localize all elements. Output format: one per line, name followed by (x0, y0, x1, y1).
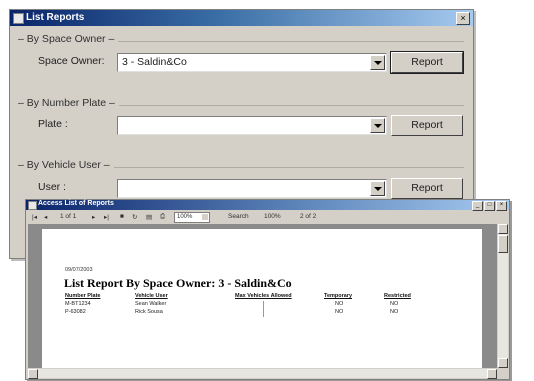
table-cell: NO (390, 309, 399, 315)
close-icon[interactable]: × (496, 201, 507, 211)
viewer-toolbar: |◂ ◂ 1 of 1 ▸ ▸| ■ ↻ ▤ ⎙ 100% Search 100… (28, 212, 507, 223)
chevron-down-icon[interactable] (370, 55, 385, 70)
prev-page-icon[interactable]: ◂ (44, 213, 47, 221)
report-canvas: 09/07/2003 List Report By Space Owner: 3… (28, 224, 497, 368)
close-icon[interactable]: × (456, 12, 470, 25)
stop-icon[interactable]: ■ (120, 213, 124, 220)
chevron-down-icon[interactable] (202, 214, 208, 220)
report-button-space-owner[interactable]: Report (390, 51, 464, 74)
space-owner-label: Space Owner: (38, 55, 105, 67)
dialog-titlebar[interactable]: List Reports × (10, 10, 473, 26)
app-icon (13, 13, 24, 24)
col-header-max-vehicles: Max Vehicles Allowed (235, 293, 292, 299)
col-header-temporary: Temporary (324, 293, 353, 299)
scroll-down-icon[interactable] (498, 358, 508, 368)
table-cell: Sean Walker (135, 301, 167, 307)
last-page-icon[interactable]: ▸| (104, 213, 109, 221)
column-divider (263, 301, 264, 317)
space-owner-value: 3 - Saldin&Co (122, 56, 187, 68)
scroll-right-icon[interactable] (487, 369, 497, 379)
page-counter: 2 of 2 (300, 213, 317, 220)
percent-indicator: 100% (264, 213, 281, 220)
group-legend: – By Space Owner – (18, 33, 119, 45)
viewer-title: Access List of Reports (38, 200, 114, 207)
group-legend: – By Number Plate – (18, 97, 119, 109)
report-button-plate[interactable]: Report (391, 115, 463, 136)
horizontal-scrollbar[interactable] (28, 369, 497, 379)
report-date: 09/07/2003 (65, 267, 93, 273)
plate-label: Plate : (38, 118, 68, 130)
report-button-user[interactable]: Report (391, 178, 463, 199)
group-legend: – By Vehicle User – (18, 159, 114, 171)
user-combobox[interactable] (117, 179, 387, 198)
app-icon (28, 201, 37, 210)
chevron-down-icon[interactable] (370, 181, 385, 196)
viewer-titlebar[interactable]: Access List of Reports _ □ × (26, 200, 509, 211)
zoom-value: 100% (177, 214, 193, 220)
next-page-icon[interactable]: ▸ (92, 213, 95, 221)
report-viewer-window: Access List of Reports _ □ × |◂ ◂ 1 of 1 ▸… (25, 199, 510, 380)
zoom-select[interactable]: 100% (174, 212, 210, 223)
search-button[interactable]: Search (228, 213, 249, 220)
table-cell: NO (335, 309, 344, 315)
minimize-icon[interactable]: _ (472, 201, 483, 211)
dialog-title: List Reports (26, 12, 85, 23)
space-owner-combobox[interactable]: 3 - Saldin&Co (117, 53, 387, 72)
table-cell: Rick Sousa (135, 309, 163, 315)
scroll-up-icon[interactable] (498, 224, 508, 234)
page-indicator: 1 of 1 (60, 213, 77, 220)
group-by-number-plate: – By Number Plate – Plate : Report (18, 97, 464, 152)
print-icon[interactable]: ⎙ (160, 213, 165, 221)
col-header-vehicle-user: Vehicle User (135, 293, 168, 299)
scroll-thumb[interactable] (498, 235, 508, 253)
chevron-down-icon[interactable] (370, 118, 385, 133)
export-icon[interactable]: ▤ (146, 213, 152, 221)
plate-combobox[interactable] (117, 116, 387, 135)
user-label: User : (38, 181, 67, 193)
table-cell: M-BT1234 (65, 301, 91, 307)
table-cell: P-63082 (65, 309, 86, 315)
report-title: List Report By Space Owner: 3 - Saldin&C… (64, 276, 292, 290)
report-page: 09/07/2003 List Report By Space Owner: 3… (42, 229, 482, 368)
col-header-restricted: Restricted (384, 293, 411, 299)
col-header-number-plate: Number Plate (65, 293, 101, 299)
first-page-icon[interactable]: |◂ (32, 213, 37, 221)
refresh-icon[interactable]: ↻ (132, 213, 137, 221)
scroll-left-icon[interactable] (28, 369, 38, 379)
group-by-space-owner: – By Space Owner – Space Owner: 3 - Sald… (18, 33, 464, 88)
table-cell: NO (335, 301, 344, 307)
table-cell: NO (390, 301, 399, 307)
vertical-scrollbar[interactable] (498, 224, 508, 368)
maximize-icon[interactable]: □ (484, 201, 495, 211)
